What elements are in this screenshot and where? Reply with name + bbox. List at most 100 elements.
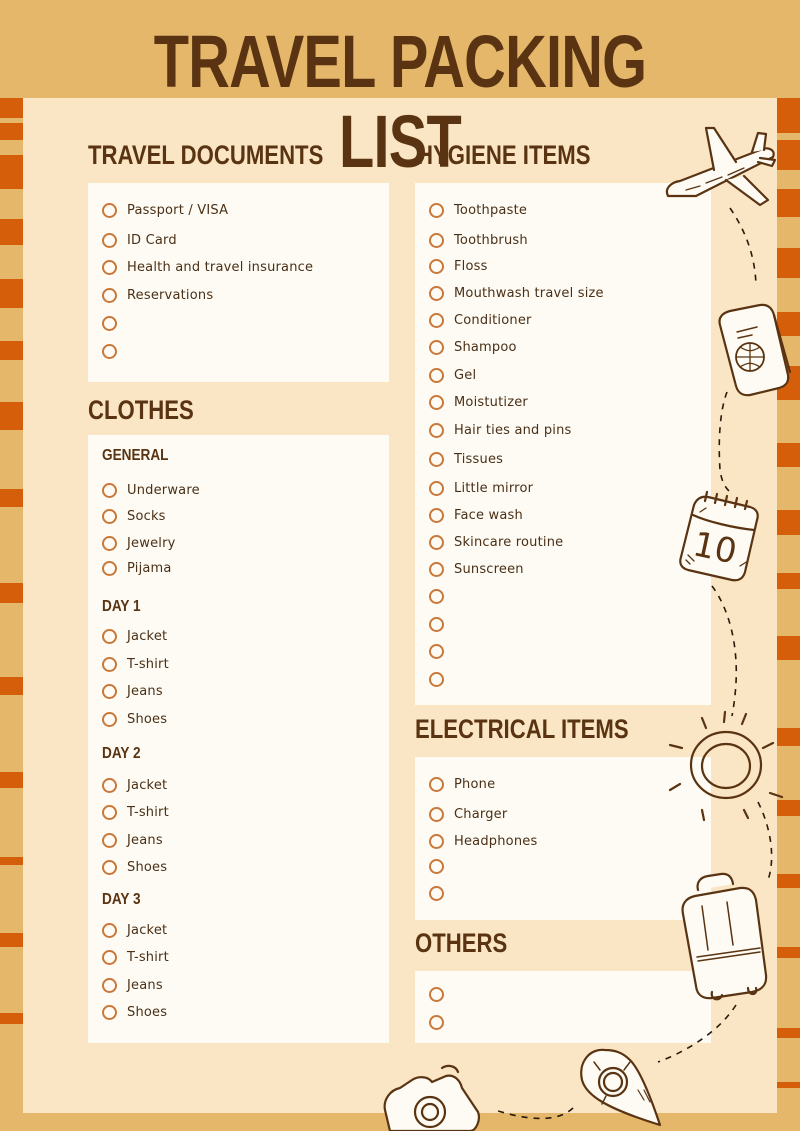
checkbox-circle-icon[interactable] bbox=[429, 339, 444, 355]
checkbox-circle-icon[interactable] bbox=[102, 922, 117, 938]
checkbox-circle-icon[interactable] bbox=[102, 232, 117, 248]
checklist-item[interactable]: Conditioner bbox=[429, 309, 532, 331]
checkbox-circle-icon[interactable] bbox=[429, 285, 444, 301]
checkbox-circle-icon[interactable] bbox=[429, 534, 444, 550]
checkbox-circle-icon[interactable] bbox=[429, 507, 444, 523]
checklist-item[interactable]: Little mirror bbox=[429, 477, 533, 499]
checkbox-circle-icon[interactable] bbox=[102, 482, 117, 498]
checklist-item[interactable]: Reservations bbox=[102, 284, 213, 306]
checklist-item[interactable]: Shoes bbox=[102, 1001, 167, 1023]
checklist-item[interactable]: Jeans bbox=[102, 829, 163, 851]
checklist-item[interactable]: Underware bbox=[102, 479, 200, 501]
checkbox-circle-icon[interactable] bbox=[102, 804, 117, 820]
checklist-item[interactable] bbox=[429, 613, 454, 635]
checklist-item[interactable]: Shoes bbox=[102, 708, 167, 730]
checkbox-circle-icon[interactable] bbox=[102, 1004, 117, 1020]
checklist-item-label: T-shirt bbox=[127, 656, 169, 672]
checklist-item[interactable] bbox=[102, 340, 127, 362]
checklist-item[interactable]: Jeans bbox=[102, 680, 163, 702]
checkbox-circle-icon[interactable] bbox=[102, 508, 117, 524]
checkbox-circle-icon[interactable] bbox=[429, 394, 444, 410]
checkbox-circle-icon[interactable] bbox=[102, 535, 117, 551]
checklist-item[interactable]: Pijama bbox=[102, 557, 172, 579]
checkbox-circle-icon[interactable] bbox=[429, 561, 444, 577]
checkbox-circle-icon[interactable] bbox=[429, 367, 444, 383]
checklist-item[interactable]: Toothbrush bbox=[429, 229, 528, 251]
right-stripe-border bbox=[777, 98, 800, 1131]
checklist-item[interactable]: T-shirt bbox=[102, 653, 169, 675]
checkbox-circle-icon[interactable] bbox=[429, 833, 444, 849]
checkbox-circle-icon[interactable] bbox=[429, 885, 444, 901]
stripe bbox=[777, 98, 800, 133]
checklist-item[interactable]: Shampoo bbox=[429, 336, 517, 358]
checklist-item[interactable] bbox=[429, 882, 454, 904]
checklist-item[interactable] bbox=[429, 855, 454, 877]
checklist-item[interactable]: Phone bbox=[429, 773, 495, 795]
checklist-item[interactable]: Moistutizer bbox=[429, 391, 528, 413]
checkbox-circle-icon[interactable] bbox=[102, 656, 117, 672]
checkbox-circle-icon[interactable] bbox=[102, 287, 117, 303]
checkbox-circle-icon[interactable] bbox=[102, 628, 117, 644]
checklist-item[interactable]: Toothpaste bbox=[429, 199, 527, 221]
stripe bbox=[777, 1082, 800, 1088]
checkbox-circle-icon[interactable] bbox=[102, 777, 117, 793]
checklist-item[interactable]: Jacket bbox=[102, 919, 167, 941]
checkbox-circle-icon[interactable] bbox=[102, 832, 117, 848]
checkbox-circle-icon[interactable] bbox=[102, 202, 117, 218]
checkbox-circle-icon[interactable] bbox=[102, 859, 117, 875]
checkbox-circle-icon[interactable] bbox=[429, 588, 444, 604]
checklist-item[interactable]: Sunscreen bbox=[429, 558, 524, 580]
checkbox-circle-icon[interactable] bbox=[429, 451, 444, 467]
checkbox-circle-icon[interactable] bbox=[102, 315, 117, 331]
checkbox-circle-icon[interactable] bbox=[429, 258, 444, 274]
checkbox-circle-icon[interactable] bbox=[429, 616, 444, 632]
checklist-item[interactable]: ID Card bbox=[102, 229, 177, 251]
checklist-item[interactable] bbox=[429, 668, 454, 690]
checklist-item[interactable]: Health and travel insurance bbox=[102, 256, 313, 278]
checkbox-circle-icon[interactable] bbox=[429, 312, 444, 328]
checklist-item[interactable]: Shoes bbox=[102, 856, 167, 878]
checklist-item[interactable]: Tissues bbox=[429, 448, 503, 470]
checklist-item[interactable]: Socks bbox=[102, 505, 166, 527]
checkbox-circle-icon[interactable] bbox=[429, 202, 444, 218]
checkbox-circle-icon[interactable] bbox=[102, 977, 117, 993]
checklist-item[interactable] bbox=[429, 983, 454, 1005]
checklist-item[interactable] bbox=[102, 312, 127, 334]
checkbox-circle-icon[interactable] bbox=[429, 422, 444, 438]
checkbox-circle-icon[interactable] bbox=[429, 1014, 444, 1030]
checkbox-circle-icon[interactable] bbox=[102, 259, 117, 275]
checkbox-circle-icon[interactable] bbox=[429, 858, 444, 874]
checklist-item[interactable]: Headphones bbox=[429, 830, 537, 852]
checkbox-circle-icon[interactable] bbox=[429, 480, 444, 496]
checklist-item[interactable] bbox=[429, 1011, 454, 1033]
checklist-item[interactable]: Skincare routine bbox=[429, 531, 563, 553]
checkbox-circle-icon[interactable] bbox=[102, 560, 117, 576]
checkbox-circle-icon[interactable] bbox=[102, 683, 117, 699]
checklist-item[interactable]: Jacket bbox=[102, 774, 167, 796]
checklist-item[interactable]: Jacket bbox=[102, 625, 167, 647]
checkbox-circle-icon[interactable] bbox=[102, 343, 117, 359]
checklist-item-label: Shoes bbox=[127, 859, 168, 875]
checklist-item[interactable] bbox=[429, 640, 454, 662]
checklist-item[interactable]: Jewelry bbox=[102, 532, 176, 554]
checklist-item[interactable]: Face wash bbox=[429, 504, 523, 526]
checkbox-circle-icon[interactable] bbox=[429, 806, 444, 822]
checklist-item[interactable]: Mouthwash travel size bbox=[429, 282, 604, 304]
checkbox-circle-icon[interactable] bbox=[429, 232, 444, 248]
checkbox-circle-icon[interactable] bbox=[429, 671, 444, 687]
checklist-item[interactable]: T-shirt bbox=[102, 946, 169, 968]
checklist-item[interactable]: Hair ties and pins bbox=[429, 419, 572, 441]
checklist-item[interactable]: Charger bbox=[429, 803, 507, 825]
checkbox-circle-icon[interactable] bbox=[429, 643, 444, 659]
checkbox-circle-icon[interactable] bbox=[429, 776, 444, 792]
checklist-item[interactable] bbox=[429, 585, 454, 607]
checklist-item-label: Mouthwash travel size bbox=[454, 285, 604, 301]
checklist-item[interactable]: T-shirt bbox=[102, 801, 169, 823]
checklist-item[interactable]: Jeans bbox=[102, 974, 163, 996]
checkbox-circle-icon[interactable] bbox=[429, 986, 444, 1002]
checklist-item[interactable]: Floss bbox=[429, 255, 488, 277]
checkbox-circle-icon[interactable] bbox=[102, 711, 117, 727]
checklist-item[interactable]: Passport / VISA bbox=[102, 199, 228, 221]
checklist-item[interactable]: Gel bbox=[429, 364, 476, 386]
checkbox-circle-icon[interactable] bbox=[102, 949, 117, 965]
